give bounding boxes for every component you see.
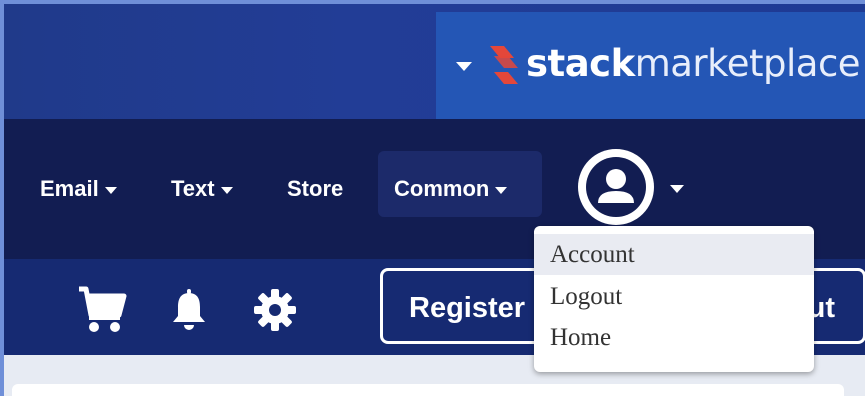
register-label: Register bbox=[409, 292, 526, 324]
user-menu-caret-icon[interactable] bbox=[670, 185, 684, 193]
app-frame: stackmarketplace Email Text Store Common bbox=[0, 0, 865, 396]
nav-item-label: Email bbox=[40, 176, 99, 201]
content-card bbox=[12, 384, 844, 396]
gear-icon[interactable] bbox=[254, 289, 296, 331]
user-avatar-icon bbox=[586, 157, 646, 217]
menu-item-home[interactable]: Home bbox=[534, 317, 814, 358]
nav-item-label: Common bbox=[394, 176, 490, 201]
brand-caret-icon[interactable] bbox=[456, 62, 472, 71]
stack-logo-icon bbox=[490, 46, 518, 84]
brand-name-light: marketplace bbox=[634, 42, 861, 85]
user-menu-dropdown: Account Logout Home bbox=[534, 226, 814, 372]
chevron-down-icon bbox=[104, 186, 117, 194]
menu-item-account[interactable]: Account bbox=[534, 234, 814, 275]
chevron-down-icon bbox=[495, 186, 508, 194]
nav-item-label: Store bbox=[287, 176, 344, 201]
brand-name-bold: stack bbox=[526, 42, 635, 85]
user-avatar-button[interactable] bbox=[578, 149, 654, 225]
bell-icon[interactable] bbox=[170, 289, 208, 331]
nav-item-email[interactable]: Email bbox=[40, 172, 117, 206]
brand-header[interactable]: stackmarketplace bbox=[436, 12, 865, 119]
chevron-down-icon bbox=[220, 186, 233, 194]
nav-item-text[interactable]: Text bbox=[171, 172, 233, 206]
nav-item-common[interactable]: Common bbox=[394, 172, 508, 206]
brand-wordmark: stackmarketplace bbox=[526, 42, 861, 86]
nav-item-label: Text bbox=[171, 176, 215, 201]
menu-item-logout[interactable]: Logout bbox=[534, 276, 814, 317]
cart-icon[interactable] bbox=[77, 285, 127, 333]
nav-item-store[interactable]: Store bbox=[287, 172, 343, 206]
